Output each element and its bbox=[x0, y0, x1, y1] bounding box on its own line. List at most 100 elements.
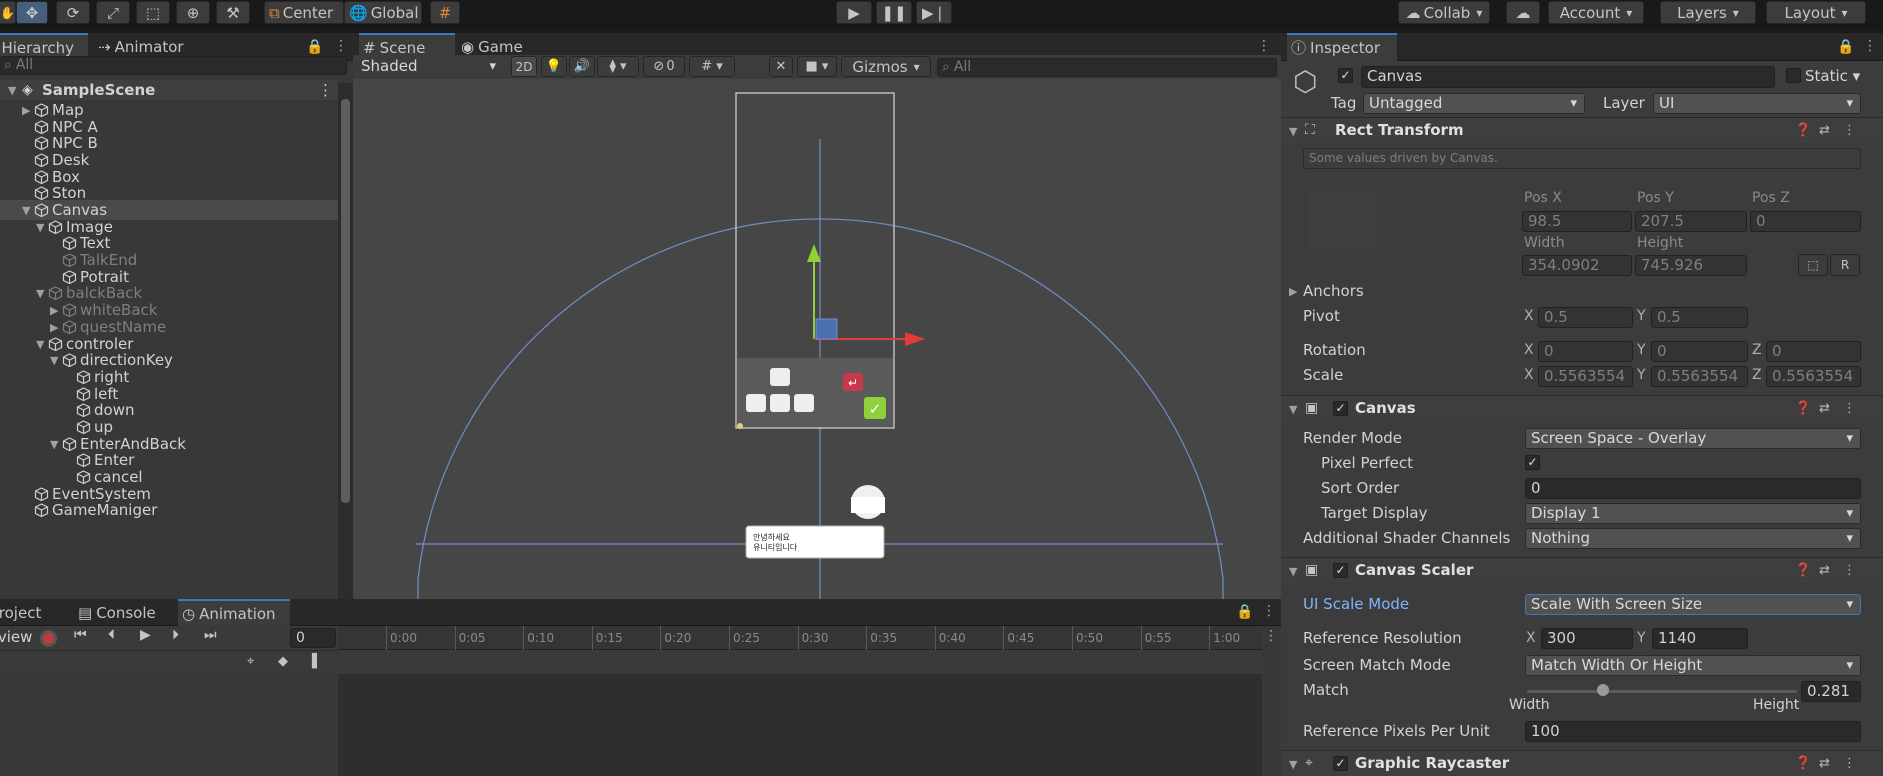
shader-channels-dropdown[interactable]: Nothing bbox=[1525, 528, 1861, 549]
move-gizmo-plane-handle[interactable] bbox=[815, 318, 838, 340]
expand-arrow-icon[interactable]: ▼ bbox=[8, 81, 16, 101]
pause-button[interactable]: ❚❚ bbox=[876, 1, 912, 24]
shading-mode-dropdown[interactable]: Shaded bbox=[356, 57, 503, 78]
tab-console[interactable]: ▤ Console bbox=[74, 599, 170, 627]
account-dropdown[interactable]: Account bbox=[1548, 1, 1644, 24]
reference-ppu-field[interactable]: 100 bbox=[1525, 721, 1861, 742]
tab-project[interactable]: Project bbox=[0, 599, 58, 627]
screen-match-mode-dropdown[interactable]: Match Width Or Height bbox=[1525, 655, 1861, 676]
component-menu-icon[interactable]: ⋮ bbox=[1843, 563, 1856, 578]
preset-icon[interactable]: ⇄ bbox=[1819, 401, 1830, 416]
bottom-menu-icon[interactable]: ⋮ bbox=[1262, 603, 1276, 619]
match-value-field[interactable]: 0.281 bbox=[1801, 681, 1861, 702]
hierarchy-search-input[interactable]: ⌕ All bbox=[0, 56, 347, 75]
layout-dropdown[interactable]: Layout bbox=[1766, 1, 1866, 24]
scene-search-input[interactable]: ⌕ All bbox=[937, 58, 1277, 77]
canvas-pivot-handle[interactable] bbox=[737, 423, 743, 429]
right-key[interactable] bbox=[794, 394, 814, 412]
filter-icon[interactable]: ⌖ bbox=[247, 654, 254, 669]
rect-tool-button[interactable]: ⬚ bbox=[136, 1, 170, 24]
space-mode-button[interactable]: 🌐 Global bbox=[344, 1, 422, 24]
down-key[interactable] bbox=[770, 394, 790, 412]
canvas-component-header[interactable]: ▼ ▣ ✓ Canvas ❓ ⇄ ⋮ bbox=[1281, 395, 1883, 421]
help-icon[interactable]: ❓ bbox=[1795, 123, 1811, 138]
pos-z-field[interactable]: 0 bbox=[1750, 211, 1861, 232]
timeline-ruler[interactable]: 0:00 0:05 0:10 0:15 0:20 0:25 0:30 0:35 0:40 0:45… bbox=[338, 626, 1262, 650]
match-slider-thumb[interactable] bbox=[1596, 684, 1609, 696]
graphic-raycaster-header[interactable]: ▼ ⌖ ✓ Graphic Raycaster ❓ ⇄ ⋮ bbox=[1281, 750, 1883, 776]
timeline-menu-icon[interactable]: ⋮ bbox=[1264, 628, 1278, 644]
lock-icon[interactable]: 🔒 bbox=[1236, 604, 1253, 620]
rect-transform-header[interactable]: ▼ ⛶ Rect Transform ❓ ⇄ ⋮ bbox=[1281, 117, 1883, 143]
collapse-arrow-icon[interactable]: ▼ bbox=[1289, 403, 1297, 416]
ui-scale-mode-dropdown[interactable]: Scale With Screen Size bbox=[1525, 594, 1861, 615]
custom-tool-button[interactable]: ⚒ bbox=[216, 1, 250, 24]
camera-dropdown[interactable]: ■ ▾ bbox=[797, 56, 837, 77]
scale-z-field[interactable]: 0.5563554 bbox=[1766, 366, 1861, 387]
lock-icon[interactable]: 🔒 bbox=[306, 39, 323, 55]
prev-key-icon[interactable]: ⏴ bbox=[108, 627, 115, 643]
canvas-scaler-enabled-checkbox[interactable]: ✓ bbox=[1333, 563, 1348, 578]
pivot-mode-button[interactable]: ⧉ Center bbox=[264, 1, 344, 24]
preset-icon[interactable]: ⇄ bbox=[1819, 756, 1830, 771]
frame-input[interactable]: 0 bbox=[290, 628, 336, 648]
gizmos-dropdown[interactable]: Gizmos bbox=[841, 56, 931, 77]
transform-tool-button[interactable]: ⊕ bbox=[176, 1, 210, 24]
component-menu-icon[interactable]: ⋮ bbox=[1843, 756, 1856, 771]
canvas-enabled-checkbox[interactable]: ✓ bbox=[1333, 401, 1348, 416]
lighting-toggle[interactable]: 💡 bbox=[541, 56, 567, 77]
component-menu-icon[interactable]: ⋮ bbox=[1843, 123, 1856, 138]
rot-z-field[interactable]: 0 bbox=[1766, 341, 1861, 362]
effects-dropdown[interactable]: ⧫ ▾ bbox=[597, 56, 639, 77]
anchor-presets-button[interactable] bbox=[1309, 193, 1375, 249]
lock-icon[interactable]: 🔒 bbox=[1837, 39, 1854, 55]
canvas-scaler-header[interactable]: ▼ ▣ ✓ Canvas Scaler ❓ ⇄ ⋮ bbox=[1281, 557, 1883, 583]
hierarchy-scrollbar-thumb[interactable] bbox=[341, 99, 350, 503]
add-key-icon[interactable]: ◆ bbox=[278, 654, 288, 669]
cloud-button[interactable]: ☁ bbox=[1506, 1, 1540, 24]
scene-menu-icon[interactable]: ⋮ bbox=[1257, 38, 1271, 54]
hierarchy-scene-root[interactable]: ▼ ◈ SampleScene ⋮ bbox=[0, 80, 338, 100]
step-button[interactable]: ▶❘ bbox=[916, 1, 952, 24]
component-menu-icon[interactable]: ⋮ bbox=[1843, 401, 1856, 416]
static-checkbox[interactable] bbox=[1786, 68, 1801, 83]
y-axis-arrowhead[interactable] bbox=[807, 244, 821, 262]
rot-y-field[interactable]: 0 bbox=[1651, 341, 1748, 362]
toggle-2d-button[interactable]: 2D bbox=[511, 56, 537, 77]
help-icon[interactable]: ❓ bbox=[1795, 401, 1811, 416]
grid-dropdown[interactable]: # ▾ bbox=[689, 56, 735, 77]
hierarchy-item[interactable]: GameManiger bbox=[0, 500, 338, 520]
preview-toggle[interactable]: Preview bbox=[0, 628, 32, 646]
timeline-events-row[interactable] bbox=[338, 650, 1262, 674]
add-event-icon[interactable]: ▌ bbox=[312, 654, 322, 669]
next-key-icon[interactable]: ⏵ bbox=[172, 627, 179, 643]
scene-viewport[interactable]: ✓ ↵ 안녕하세요 유니티입니다 bbox=[353, 79, 1281, 599]
raycaster-enabled-checkbox[interactable]: ✓ bbox=[1333, 756, 1348, 771]
up-key[interactable] bbox=[770, 368, 790, 386]
scene-tools-button[interactable]: ✕ bbox=[769, 56, 793, 77]
left-key[interactable] bbox=[746, 394, 766, 412]
anchors-label[interactable]: Anchors bbox=[1303, 282, 1364, 300]
collapse-arrow-icon[interactable]: ▼ bbox=[1289, 758, 1297, 771]
active-checkbox[interactable]: ✓ bbox=[1338, 68, 1353, 83]
hidden-objects-toggle[interactable]: ⊘ 0 bbox=[643, 56, 685, 77]
sort-order-field[interactable]: 0 bbox=[1525, 478, 1861, 499]
target-display-dropdown[interactable]: Display 1 bbox=[1525, 503, 1861, 524]
scale-tool-button[interactable]: ⤢ bbox=[96, 1, 130, 24]
grid-snap-button[interactable]: # bbox=[430, 1, 460, 24]
panel-menu-icon[interactable]: ⋮ bbox=[334, 38, 348, 54]
preset-icon[interactable]: ⇄ bbox=[1819, 563, 1830, 578]
pivot-x-field[interactable]: 0.5 bbox=[1538, 307, 1633, 328]
collapse-arrow-icon[interactable]: ▼ bbox=[1289, 125, 1297, 138]
rotate-tool-button[interactable]: ⟳ bbox=[56, 1, 90, 24]
inspector-menu-icon[interactable]: ⋮ bbox=[1863, 38, 1877, 54]
play-icon[interactable]: ▶ bbox=[140, 627, 151, 643]
tab-inspector[interactable]: ⓘ Inspector bbox=[1287, 33, 1397, 61]
anchors-expand-icon[interactable]: ▶ bbox=[1289, 285, 1297, 298]
audio-toggle[interactable]: 🔊 bbox=[569, 56, 595, 77]
hierarchy-scrollbar[interactable] bbox=[338, 83, 353, 599]
object-name-field[interactable]: Canvas bbox=[1361, 66, 1775, 88]
first-key-icon[interactable]: ⏮ bbox=[74, 627, 87, 643]
record-button[interactable] bbox=[40, 630, 57, 647]
play-button[interactable]: ▶ bbox=[836, 1, 872, 24]
